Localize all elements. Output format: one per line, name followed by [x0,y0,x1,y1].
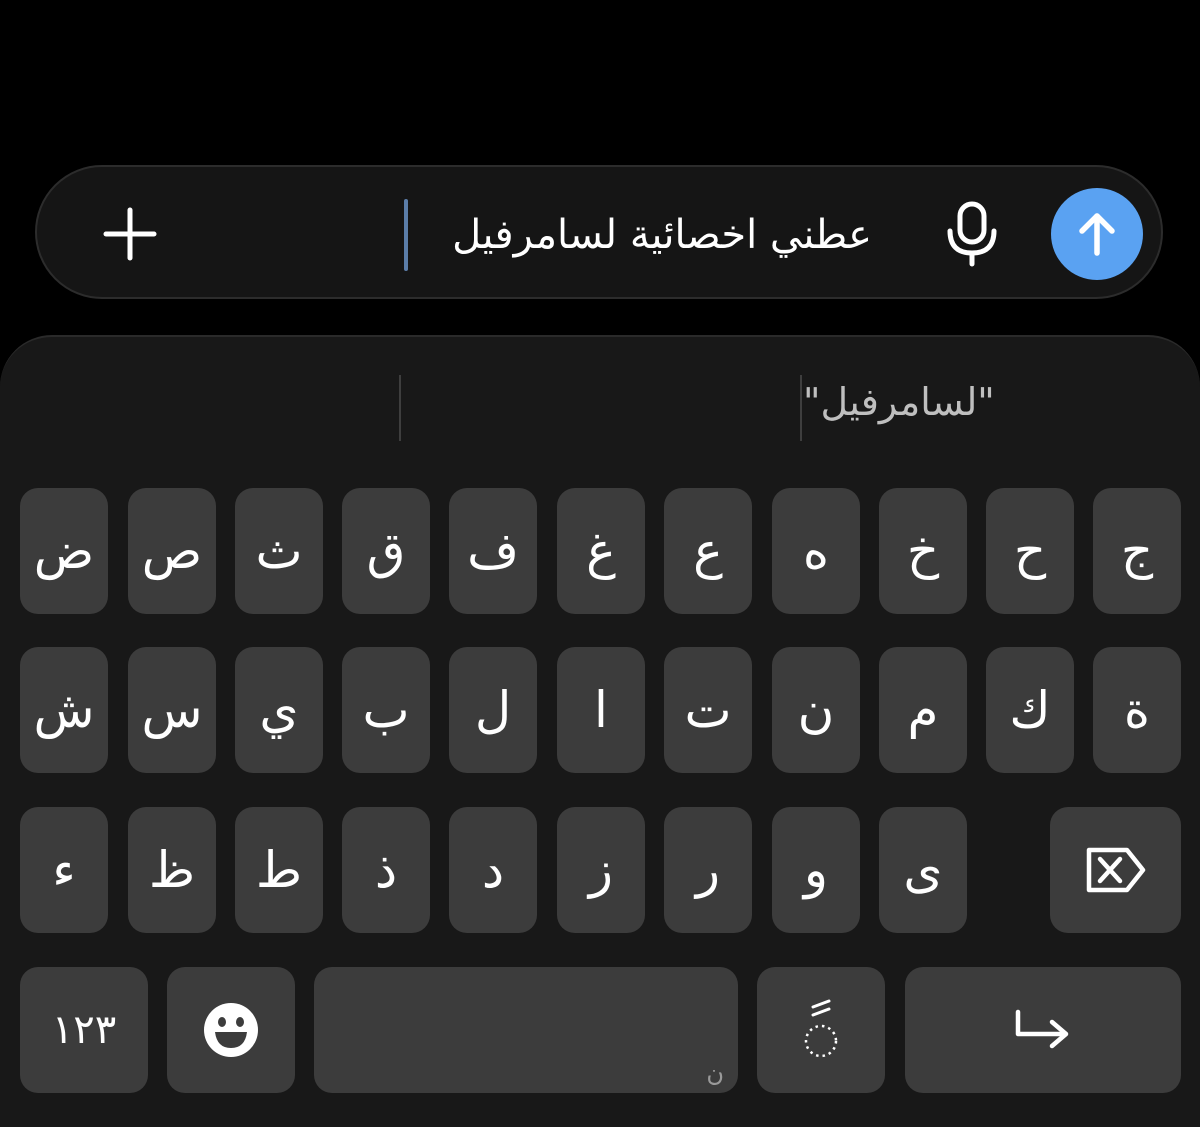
key-ain[interactable]: ع [664,488,752,614]
diacritics-key[interactable] [757,967,885,1093]
key-label: ج [1120,522,1154,580]
key-thal[interactable]: ذ [342,807,430,933]
key-noon[interactable]: ن [772,647,860,773]
key-tah[interactable]: ط [235,807,323,933]
key-label: م [907,681,939,739]
plus-icon [103,207,157,261]
key-label: ش [33,681,95,739]
key-dal[interactable]: د [449,807,537,933]
key-thaa[interactable]: ث [235,488,323,614]
key-waw[interactable]: و [772,807,860,933]
key-label: ن [797,681,835,739]
key-label: ف [467,522,519,580]
key-label: ر [695,841,721,899]
key-label: ء [52,841,76,899]
return-arrow-icon [1015,1009,1069,1049]
key-label: خ [906,522,940,580]
send-button[interactable] [1051,188,1143,280]
key-dad[interactable]: ض [20,488,108,614]
key-alef-maksura[interactable]: ى [879,807,967,933]
suggestion-3[interactable] [0,367,400,437]
key-label: ب [362,681,410,739]
message-text-field[interactable]: عطني اخصائية لسامرفيل [402,197,872,273]
key-raa[interactable]: ر [664,807,752,933]
key-label: ع [693,522,723,580]
key-qaf[interactable]: ق [342,488,430,614]
suggestion-bar: "لسامرفيل" [0,337,1200,457]
backspace-key[interactable] [1050,807,1181,933]
key-zay[interactable]: ز [557,807,645,933]
space-key-hint: ن [706,1059,724,1087]
key-label: ت [684,681,732,739]
key-taa-marbuta[interactable]: ة [1093,647,1181,773]
key-label: ى [903,841,943,899]
emoji-key[interactable] [167,967,295,1093]
key-label: ظ [148,841,196,899]
key-lam[interactable]: ل [449,647,537,773]
key-sheen[interactable]: ش [20,647,108,773]
key-label: ي [259,681,299,739]
emoji-icon [204,1003,258,1057]
key-label: ض [33,522,95,580]
microphone-icon [947,201,997,267]
key-ghain[interactable]: غ [557,488,645,614]
message-text: عطني اخصائية لسامرفيل [452,212,872,258]
key-label: ث [255,522,303,580]
key-label: ط [255,841,303,899]
numbers-key-label: ١٢٣ [51,1007,117,1053]
enter-key[interactable] [905,967,1181,1093]
key-zah[interactable]: ظ [128,807,216,933]
key-taa[interactable]: ت [664,647,752,773]
key-label: ق [366,522,406,580]
key-label: ك [1009,681,1051,739]
key-alef[interactable]: ا [557,647,645,773]
key-faa[interactable]: ف [449,488,537,614]
key-baa[interactable]: ب [342,647,430,773]
key-label: ه [802,522,830,580]
key-ha[interactable]: ه [772,488,860,614]
key-label: ا [594,681,608,739]
key-hamza[interactable]: ء [20,807,108,933]
key-jeem[interactable]: ج [1093,488,1181,614]
arrow-up-icon [1079,213,1115,256]
key-label: ة [1123,681,1151,739]
key-label: ذ [374,841,398,899]
key-label: د [481,841,505,899]
voice-input-button[interactable] [937,197,1007,271]
key-label: غ [586,522,616,580]
suggestion-2[interactable] [402,367,800,437]
key-khaa[interactable]: خ [879,488,967,614]
space-key[interactable]: ن [314,967,738,1093]
screen: عطني اخصائية لسامرفيل "لسامرفيل" ج ح خ ه… [0,0,1200,1127]
numbers-key[interactable]: ١٢٣ [20,967,148,1093]
suggestion-divider [800,375,802,441]
text-cursor [404,199,408,271]
key-label: ص [141,522,203,580]
suggestion-1[interactable]: "لسامرفيل" [803,367,1200,437]
dotted-circle-icon [804,999,838,1058]
key-seen[interactable]: س [128,647,216,773]
message-input-bar: عطني اخصائية لسامرفيل [35,165,1163,299]
attach-button[interactable] [95,199,165,269]
key-haa[interactable]: ح [986,488,1074,614]
key-sad[interactable]: ص [128,488,216,614]
key-label: ح [1013,522,1047,580]
key-label: ز [588,841,614,899]
keyboard: "لسامرفيل" ج ح خ ه ع غ ف ق ث ص ض ة ك م ن… [0,335,1200,1127]
key-yaa[interactable]: ي [235,647,323,773]
key-label: و [803,841,829,899]
key-meem[interactable]: م [879,647,967,773]
backspace-icon [1086,847,1145,893]
key-label: ل [474,681,512,739]
key-kaf[interactable]: ك [986,647,1074,773]
key-label: س [141,681,203,739]
